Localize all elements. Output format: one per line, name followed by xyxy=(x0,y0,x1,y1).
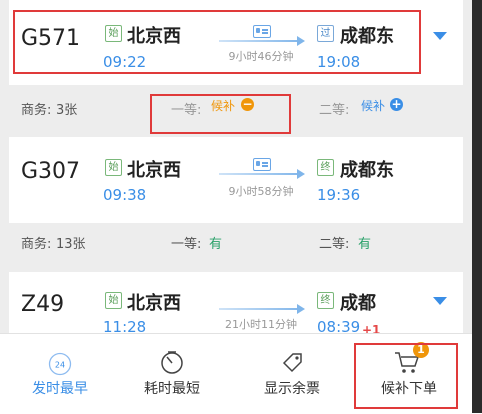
departure-time: 09:38 xyxy=(103,186,147,204)
arrival-time: 19:36 xyxy=(317,186,361,204)
travel-duration: 21小时11分钟 xyxy=(225,318,297,331)
business-seat-label: 商务: xyxy=(21,103,52,118)
clock-24-icon: 24 xyxy=(48,352,72,376)
departure-station: 北京西 xyxy=(127,160,181,181)
train-number: Z49 xyxy=(21,292,65,317)
plus-circle-icon[interactable]: + xyxy=(390,98,403,111)
business-seat-count: 13张 xyxy=(56,237,86,252)
highlight-box-train xyxy=(13,10,421,74)
train-card-z49[interactable]: Z49 始 北京西 11:28 21小时11分钟 终 成都 08:39 +1 xyxy=(9,272,463,337)
arrival-station: 成都东 xyxy=(340,160,394,181)
tab-shortest-duration[interactable]: 耗时最短 xyxy=(112,334,232,414)
travel-duration: 9小时58分钟 xyxy=(228,185,294,198)
seat-availability-g307: 商务: 13张 一等: 有 二等: 有 xyxy=(9,223,463,263)
arrival-station: 成都 xyxy=(340,293,376,314)
train-number: G307 xyxy=(21,159,81,184)
tab-label: 发时最早 xyxy=(32,381,88,397)
screen-edge xyxy=(472,0,482,413)
route-arrow xyxy=(219,169,305,179)
business-seat-label: 商务: xyxy=(21,237,52,252)
second-class-waitlist[interactable]: 候补 xyxy=(361,97,385,114)
tab-label: 耗时最短 xyxy=(144,381,200,397)
terminal-tag: 终 xyxy=(317,292,334,309)
departure-station: 北京西 xyxy=(127,293,181,314)
train-card-g307[interactable]: G307 始 北京西 09:38 9小时58分钟 终 成都东 19:36 xyxy=(9,137,463,223)
ticket-tag-icon xyxy=(282,353,302,373)
first-class-availability[interactable]: 有 xyxy=(209,233,222,252)
stopwatch-icon xyxy=(161,351,183,374)
clock-badge-number: 24 xyxy=(55,361,65,370)
business-seat-count: 3张 xyxy=(56,103,78,118)
route-arrow xyxy=(219,304,305,314)
highlight-box-waitlist-order xyxy=(354,343,458,409)
second-class-label: 二等: xyxy=(319,237,350,252)
first-class-label: 一等: xyxy=(171,237,202,252)
second-class-availability[interactable]: 有 xyxy=(358,233,371,252)
terminal-tag: 终 xyxy=(317,159,334,176)
chevron-down-icon[interactable] xyxy=(433,32,447,40)
origin-tag: 始 xyxy=(105,159,122,176)
id-card-icon xyxy=(253,158,271,171)
origin-tag: 始 xyxy=(105,292,122,309)
highlight-box-first-class xyxy=(150,94,291,134)
second-class-label: 二等: xyxy=(319,103,350,118)
tab-show-tickets[interactable]: 显示余票 xyxy=(232,334,352,414)
chevron-down-icon[interactable] xyxy=(433,297,447,305)
tab-earliest-departure[interactable]: 24 发时最早 xyxy=(0,334,120,414)
tab-label: 显示余票 xyxy=(264,381,320,397)
